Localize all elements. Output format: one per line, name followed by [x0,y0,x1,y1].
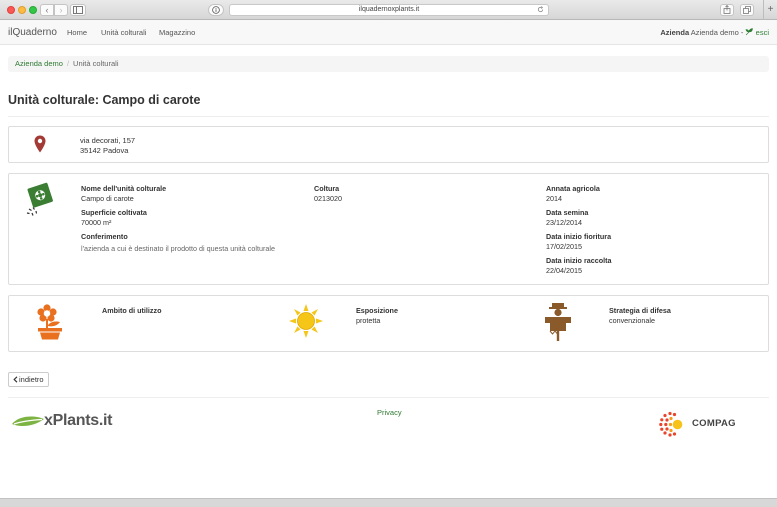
browser-status-bar [0,498,777,507]
browser-back-button[interactable]: ‹ [40,4,54,16]
breadcrumb-current: Unità colturali [73,59,119,68]
details-panel: Nome dell'unità colturale Campo di carot… [8,173,769,285]
tabs-icon [743,6,751,14]
sun-icon [289,304,323,338]
user-box: Azienda Azienda demo - esci [660,28,769,37]
strategia-label: Strategia di difesa [609,306,671,315]
divider [8,116,769,117]
browser-toolbar: ‹ › ilquadernoxplants.it + [0,0,777,20]
conferimento-value: l'azienda a cui è destinato il prodotto … [81,244,275,253]
breadcrumb: Azienda demo / Unità colturali [8,56,769,72]
semina-label: Data semina [546,208,589,217]
user-name: Azienda demo - [690,28,744,37]
sidebar-toggle-button[interactable] [70,4,86,16]
xplants-leaf-icon [12,416,44,427]
address-street: via decorati, 157 [80,136,136,145]
user-label: Azienda [660,28,690,37]
potted-flower-icon [37,304,62,340]
strategia-value: convenzionale [609,316,655,325]
brand-logo[interactable]: ilQuaderno [8,27,57,38]
page-title: Unità colturale: Campo di carote [8,93,201,107]
show-tabs-button[interactable] [740,4,754,16]
coltura-label: Coltura [314,184,340,193]
address-panel: via decorati, 157 35142 Padova [8,126,769,163]
esposizione-value: protetta [356,316,381,325]
fioritura-label: Data inizio fioritura [546,232,612,241]
chevron-left-icon: ‹ [45,5,49,15]
nav-link-home[interactable]: Home [67,28,87,37]
compag-logo[interactable]: COMPAG [692,418,736,429]
address-city: 35142 Padova [80,146,129,155]
conferimento-label: Conferimento [81,232,128,241]
plus-icon: + [767,4,774,15]
semina-value: 23/12/2014 [546,218,582,227]
xplants-logo[interactable]: xPlants.it [44,412,112,430]
reload-icon[interactable] [537,5,544,16]
coltura-value: 0213020 [314,194,342,203]
raccolta-value: 22/04/2015 [546,266,582,275]
breadcrumb-separator: / [66,59,70,68]
info-icon [212,6,220,14]
raccolta-label: Data inizio raccolta [546,256,612,265]
seed-packet-icon [26,182,53,216]
footer-divider [8,397,769,398]
share-icon [723,4,731,14]
nav-link-unita-colturali[interactable]: Unità colturali [101,28,146,37]
map-pin-icon [34,135,46,153]
nome-value: Campo di carote [81,194,134,203]
nome-label: Nome dell'unità colturale [81,184,167,193]
back-button-label: indietro [19,375,44,384]
logout-icon[interactable] [745,28,755,37]
site-info-button[interactable] [208,4,224,16]
new-tab-button[interactable]: + [763,0,777,20]
annata-label: Annata agricola [546,184,600,193]
browser-forward-button[interactable]: › [54,4,68,16]
ambito-label: Ambito di utilizzo [102,306,162,315]
zoom-window-button[interactable] [29,6,37,14]
esposizione-label: Esposizione [356,306,398,315]
address-bar[interactable]: ilquadernoxplants.it [229,4,549,16]
app-navbar: ilQuaderno Home Unità colturali Magazzin… [0,20,777,45]
chevron-left-icon [13,376,18,383]
fioritura-value: 17/02/2015 [546,242,582,251]
breadcrumb-link-azienda[interactable]: Azienda demo [15,59,63,68]
environment-panel: Ambito di utilizzo Esposizione protetta … [8,295,769,352]
nav-link-magazzino[interactable]: Magazzino [159,28,195,37]
compag-logo-icon [659,411,683,437]
privacy-link[interactable]: Privacy [377,408,402,417]
minimize-window-button[interactable] [18,6,26,14]
close-window-button[interactable] [7,6,15,14]
sidebar-icon [73,6,83,14]
superficie-label: Superficie coltivata [81,208,147,217]
url-text: ilquadernoxplants.it [358,6,420,13]
chevron-right-icon: › [59,5,63,15]
back-button[interactable]: indietro [8,372,49,387]
logout-link[interactable]: esci [756,28,769,37]
annata-value: 2014 [546,194,562,203]
share-button[interactable] [720,4,734,16]
superficie-value: 70000 m² [81,218,112,227]
scarecrow-icon [545,303,571,341]
